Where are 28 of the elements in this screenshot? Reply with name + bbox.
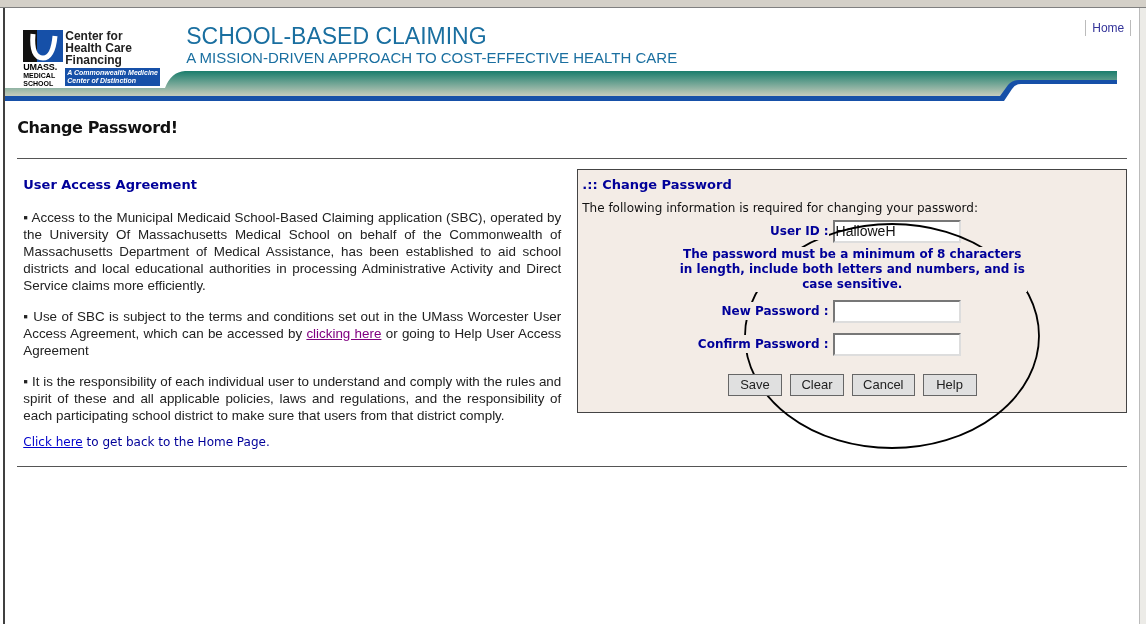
site-subtitle: A MISSION-DRIVEN APPROACH TO COST-EFFECTIVE HEALTH CARE <box>186 49 678 67</box>
logo-text: Center for <box>65 30 124 42</box>
form-button[interactable]: Clear <box>790 373 845 396</box>
home-page-link[interactable]: Click here <box>23 434 83 449</box>
input-field[interactable]: HalloweH <box>832 219 961 243</box>
input-field[interactable] <box>832 299 961 323</box>
paragraph: ▪ Access to the Municipal Medicaid School-Based Claiming application (SBC), operated by the University Of Massachusetts Medical School on behalf of the Commonwealth of Massachusetts Department of Medical Assistance, has been established to aid school districts and local educational authorities in processing Administrative Activity and Direct Service claims more efficiently. <box>23 208 562 294</box>
scrollbar[interactable] <box>1139 8 1146 624</box>
password-rule-text: The password must be a minimum of 8 characters in length, include both letters and numbers, and is case sensitive. <box>677 246 1028 292</box>
home-page-sentence: Click here to get back to the Home Page. <box>23 433 271 450</box>
site-title: SCHOOL-BASED CLAIMING <box>186 23 488 49</box>
form-button[interactable]: Help <box>922 373 977 396</box>
form-button[interactable]: Save <box>728 373 783 396</box>
panel-title: .:: Change Password <box>582 176 733 194</box>
paragraph: ▪ Use of SBC is subject to the terms and conditions set out in the UMass Worcester User Access Agreement, which can be accessed by clicking here or going to Help User Access Agreement <box>23 307 562 359</box>
logo-text: Health Care <box>65 42 133 54</box>
paragraph: ▪ It is the responsibility of each individual user to understand and comply with the rules and spirit of these and all applicable policies, laws and regulations, and the responsibility of each participating school district to make sure that users from that district comply. <box>23 372 562 424</box>
home-link[interactable]: Home <box>1085 20 1132 36</box>
field-label: Confirm Password : <box>697 335 829 353</box>
field-label: New Password : <box>721 302 829 320</box>
logo-text: Financing <box>65 54 123 66</box>
page-title: Change Password! <box>17 117 179 139</box>
agreement-link[interactable]: clicking here <box>306 325 382 341</box>
instruction-text: The following information is required for changing your password: <box>582 199 979 217</box>
logo-text: UMASS. <box>23 62 58 72</box>
form-button[interactable]: Cancel <box>852 373 915 396</box>
input-field[interactable] <box>832 332 961 356</box>
section-heading: User Access Agreement <box>23 176 198 194</box>
